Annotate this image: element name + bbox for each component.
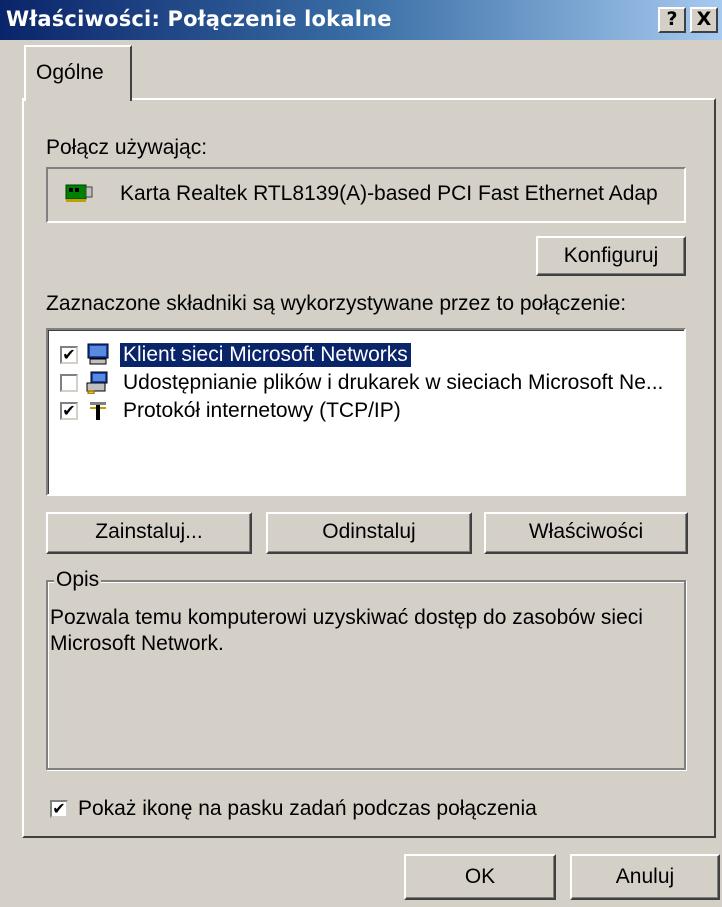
- properties-button-label: Właściwości: [528, 520, 644, 543]
- description-text-line1: Pozwala temu komputerowi uzyskiwać dostę…: [50, 606, 643, 629]
- checkbox-client[interactable]: ✔: [60, 346, 78, 364]
- components-list[interactable]: ✔ Klient sieci Microsoft Networks Udostę…: [46, 328, 686, 496]
- ok-button[interactable]: OK: [404, 854, 556, 900]
- list-item-label: Klient sieci Microsoft Networks: [120, 343, 411, 367]
- checkbox-show-icon[interactable]: ✔: [50, 800, 68, 818]
- components-label: Zaznaczone składniki są wykorzystywane p…: [46, 292, 627, 315]
- cancel-button[interactable]: Anuluj: [570, 854, 720, 900]
- ok-button-label: OK: [464, 865, 496, 888]
- show-icon-option[interactable]: ✔ Pokaż ikonę na pasku zadań podczas poł…: [50, 796, 690, 826]
- uninstall-button[interactable]: Odinstaluj: [266, 512, 472, 554]
- install-button[interactable]: Zainstaluj...: [46, 512, 252, 554]
- adapter-box: Karta Realtek RTL8139(A)-based PCI Fast …: [46, 167, 686, 223]
- description-title: Opis: [54, 568, 102, 592]
- window-title: Właściwości: Połączenie lokalne: [6, 7, 392, 31]
- adapter-name: Karta Realtek RTL8139(A)-based PCI Fast …: [120, 182, 658, 205]
- description-text-line2: Microsoft Network.: [50, 632, 224, 655]
- checkbox-tcpip[interactable]: ✔: [60, 402, 78, 420]
- close-button[interactable]: X: [690, 7, 718, 33]
- computer-icon: [87, 343, 109, 365]
- checkbox-file-sharing[interactable]: [60, 374, 78, 392]
- show-icon-label: Pokaż ikonę na pasku zadań podczas połąc…: [78, 797, 537, 820]
- protocol-icon: [90, 402, 106, 420]
- properties-button[interactable]: Właściwości: [484, 512, 688, 554]
- tab-general-label: Ogólne: [36, 61, 104, 84]
- tab-general[interactable]: Ogólne: [24, 45, 132, 101]
- printer-share-icon: [86, 371, 108, 394]
- configure-button[interactable]: Konfiguruj: [536, 236, 686, 276]
- configure-button-label: Konfiguruj: [563, 244, 659, 267]
- connect-using-label: Połącz używając:: [46, 136, 208, 159]
- title-bar[interactable]: Właściwości: Połączenie lokalne ? X: [0, 0, 722, 40]
- help-button[interactable]: ?: [658, 7, 686, 33]
- list-item-label: Udostępnianie plików i drukarek w siecia…: [123, 371, 664, 394]
- cancel-button-label: Anuluj: [615, 865, 675, 888]
- install-button-label: Zainstaluj...: [95, 520, 203, 543]
- list-item-label: Protokół internetowy (TCP/IP): [123, 399, 401, 422]
- network-card-icon: [65, 184, 93, 202]
- uninstall-button-label: Odinstaluj: [322, 520, 416, 543]
